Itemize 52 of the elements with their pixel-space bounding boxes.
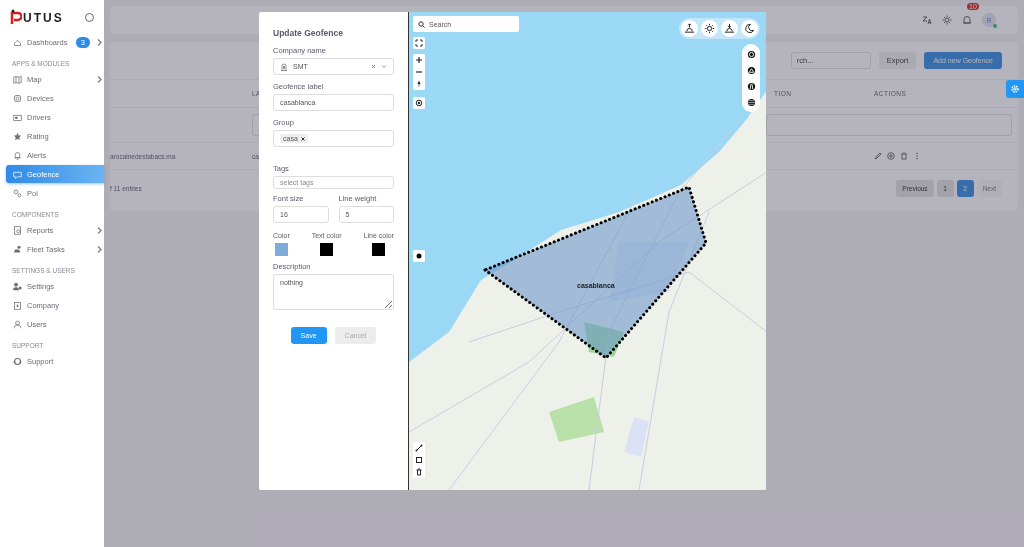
marker-button[interactable] (413, 250, 425, 262)
logo-text: UTUS (23, 11, 64, 25)
draw-rectangle-button[interactable] (413, 454, 425, 466)
minus-icon (415, 68, 423, 76)
dot-icon (415, 252, 423, 260)
road-icon (746, 81, 756, 91)
moon-icon (744, 23, 755, 34)
logo-icon (10, 9, 22, 25)
zoom-in-button[interactable] (413, 54, 425, 66)
settings-icon (1010, 84, 1020, 94)
id-card-icon (13, 112, 22, 122)
mountain-icon (746, 65, 756, 75)
compass-icon (415, 80, 423, 88)
clear-icon[interactable] (371, 64, 376, 69)
delete-shape-button[interactable] (413, 466, 425, 478)
search-icon (418, 20, 425, 28)
bell-icon[interactable] (962, 15, 972, 25)
remove-icon[interactable] (300, 136, 305, 141)
translate-icon[interactable] (922, 15, 932, 25)
fullscreen-icon (415, 39, 423, 47)
nodes-icon (13, 188, 22, 198)
map-icon (13, 74, 22, 84)
spiral-icon (746, 49, 756, 59)
chevron-icon (95, 37, 104, 47)
sunset-icon (724, 23, 735, 34)
compass-button[interactable] (413, 78, 425, 90)
clipboard-icon (13, 225, 22, 235)
star-icon (13, 131, 22, 141)
color-swatch[interactable] (372, 243, 386, 256)
sunrise-icon (684, 23, 695, 34)
user-icon (13, 319, 22, 329)
chip-icon (13, 93, 22, 103)
color-swatch[interactable] (320, 243, 334, 256)
line-icon (415, 444, 423, 452)
locate-button[interactable] (413, 97, 425, 109)
sun-icon (704, 23, 715, 34)
chevron-icon (95, 74, 104, 84)
users-icon (13, 281, 22, 291)
edit-icon[interactable] (874, 152, 882, 160)
sun-icon[interactable] (942, 15, 952, 25)
draw-line-button[interactable] (413, 442, 425, 454)
chat-bubble-icon (13, 169, 22, 179)
trash-icon (415, 468, 423, 476)
plus-icon (415, 56, 423, 64)
filter-field[interactable] (766, 114, 1012, 136)
home-icon (13, 37, 22, 47)
globe-icon (746, 97, 756, 107)
color-swatch[interactable] (274, 243, 288, 256)
dialog-title: Update Geofence (273, 28, 344, 38)
fullscreen-button[interactable] (413, 37, 425, 49)
target-icon (415, 99, 423, 107)
bell-icon (13, 150, 22, 160)
